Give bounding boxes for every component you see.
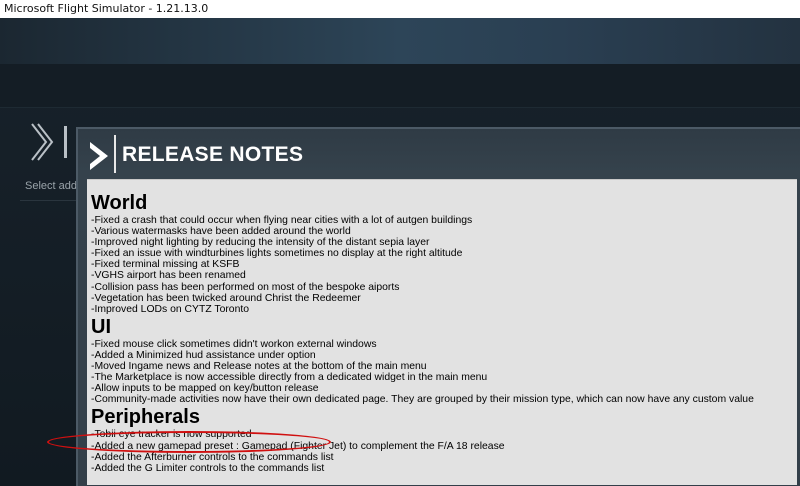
release-note-item: -Collision pass has been performed on mo… (91, 281, 400, 293)
top-menu-bar (0, 64, 800, 108)
release-note-item: -Improved night lighting by reducing the… (91, 237, 430, 249)
release-note-item: -Fixed an issue with windturbines lights… (91, 248, 463, 260)
release-note-item: -Fixed terminal missing at KSFB (91, 259, 240, 271)
msfs-logo-icon (31, 123, 67, 161)
release-note-item: -Moved Ingame news and Release notes at … (91, 361, 427, 373)
release-note-item: -Improved LODs on CYTZ Toronto (91, 303, 250, 315)
release-note-item: -Added the G Limiter controls to the com… (91, 462, 325, 474)
window-title-bar: Microsoft Flight Simulator - 1.21.13.0 (0, 0, 800, 18)
section-heading-world: World (91, 192, 148, 214)
select-addon-label: Select add (25, 180, 77, 192)
left-divider (20, 200, 80, 201)
header-separator (114, 135, 116, 173)
release-note-item: -The Marketplace is now accessible direc… (91, 372, 488, 384)
section-heading-ui: UI (91, 315, 111, 338)
release-note-item: -Various watermasks have been added arou… (91, 226, 351, 238)
release-note-item: -Allow inputs to be mapped on key/button… (91, 383, 319, 395)
release-note-item: -VGHS airport has been renamed (91, 270, 246, 282)
release-notes-header: RELEASE NOTES (78, 129, 800, 181)
release-note-item: -Added the Afterburner controls to the c… (91, 451, 334, 463)
window-title: Microsoft Flight Simulator - 1.21.13.0 (4, 2, 209, 15)
top-banner (0, 18, 800, 64)
highlight-ellipse (47, 431, 331, 453)
release-notes-title: RELEASE NOTES (122, 143, 304, 166)
section-heading-peripherals: Peripherals (91, 406, 200, 429)
release-note-item: -Added a Minimized hud assistance under … (91, 349, 316, 361)
release-note-item: -Fixed a crash that could occur when fly… (91, 215, 473, 226)
release-note-item: -Fixed mouse click sometimes didn't work… (91, 338, 377, 350)
release-note-item: -Vegetation has been twicked around Chri… (91, 292, 361, 304)
release-note-item: -Community-made activities now have thei… (91, 394, 754, 406)
